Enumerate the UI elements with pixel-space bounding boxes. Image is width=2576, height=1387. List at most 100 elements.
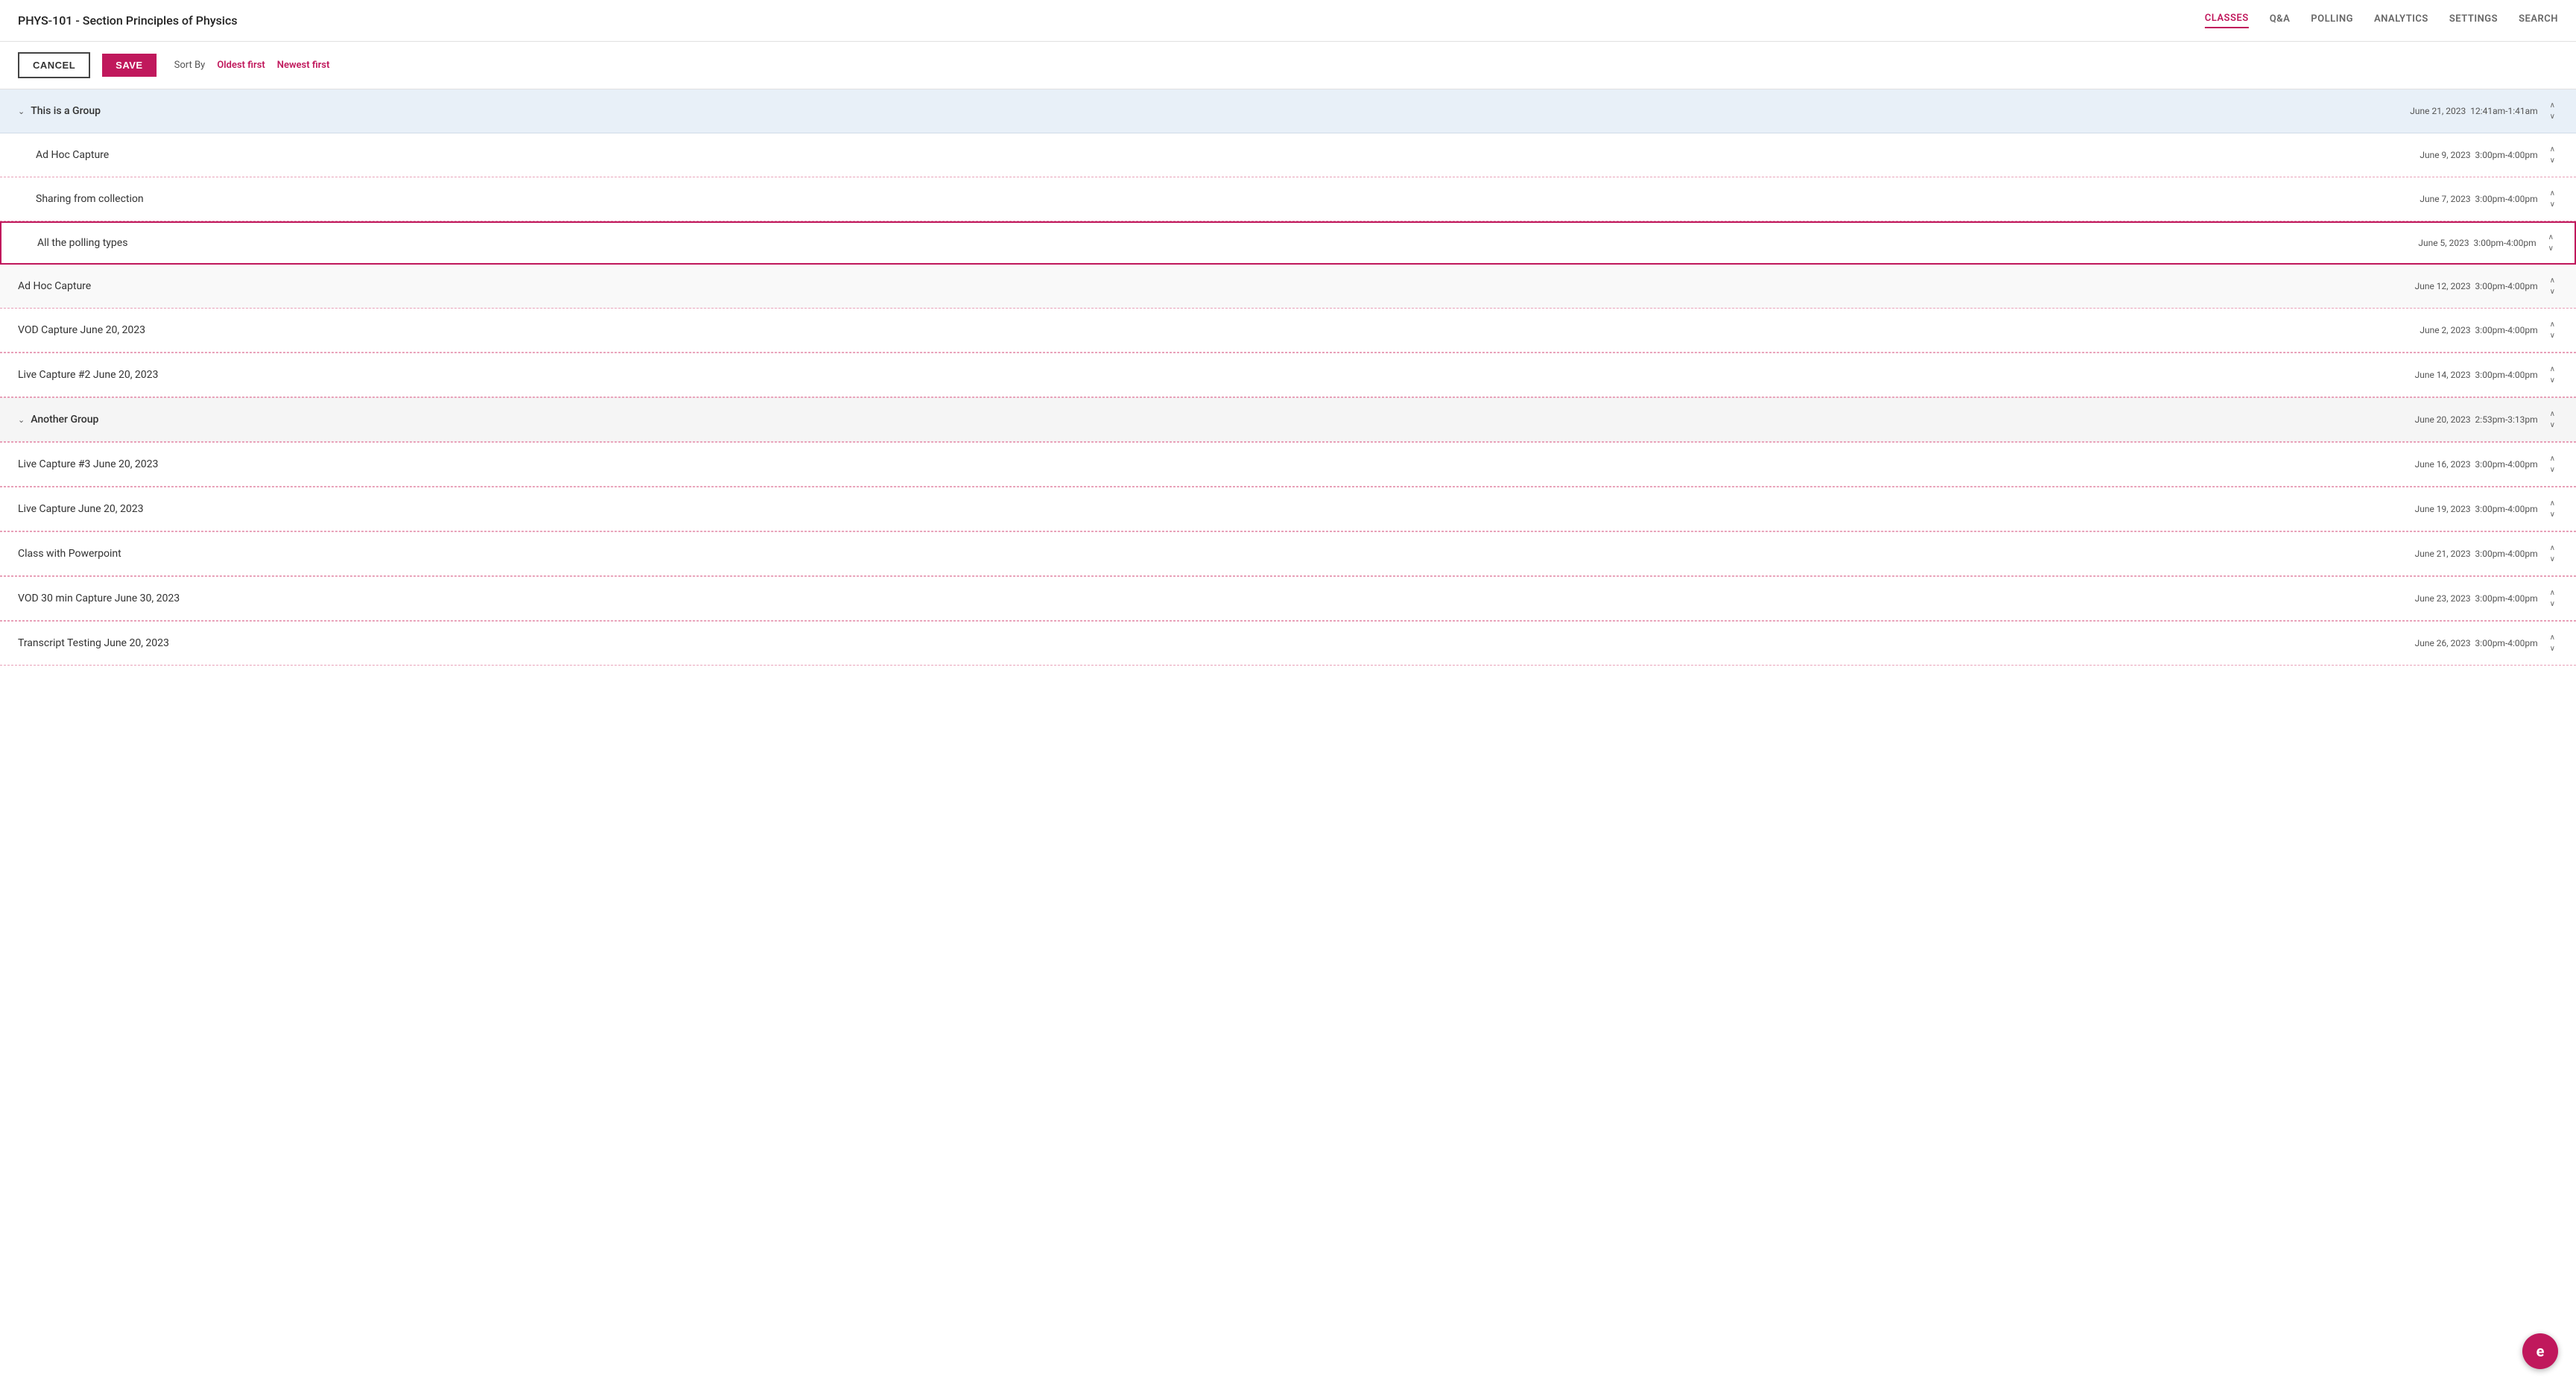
class-row-vod-capture: VOD Capture June 20, 2023 June 2, 2023 3… xyxy=(0,309,2576,353)
arrow-controls: ∧ ∨ xyxy=(2547,543,2558,565)
class-date: June 26, 2023 3:00pm-4:00pm xyxy=(2415,638,2538,648)
class-name: VOD 30 min Capture June 30, 2023 xyxy=(18,593,180,604)
class-name: Sharing from collection xyxy=(36,193,144,205)
class-row-all-polling-types: All the polling types June 5, 2023 3:00p… xyxy=(0,221,2576,265)
fab-button[interactable]: e xyxy=(2522,1333,2558,1369)
class-name: VOD Capture June 20, 2023 xyxy=(18,324,145,336)
arrow-controls: ∧ ∨ xyxy=(2547,408,2558,431)
arrow-controls: ∧ ∨ xyxy=(2547,632,2558,654)
move-up-button[interactable]: ∧ xyxy=(2547,364,2558,375)
class-date: June 2, 2023 3:00pm-4:00pm xyxy=(2419,325,2537,335)
sort-oldest-first[interactable]: Oldest first xyxy=(217,60,265,71)
move-up-button[interactable]: ∧ xyxy=(2547,100,2558,111)
arrow-controls: ∧ ∨ xyxy=(2547,364,2558,386)
move-down-button[interactable]: ∨ xyxy=(2547,111,2558,122)
move-up-button[interactable]: ∧ xyxy=(2547,453,2558,464)
tab-qa[interactable]: Q&A xyxy=(2270,13,2291,28)
row-right: June 2, 2023 3:00pm-4:00pm ∧ ∨ xyxy=(2419,319,2558,341)
tab-polling[interactable]: POLLING xyxy=(2311,13,2353,28)
move-up-button[interactable]: ∧ xyxy=(2547,587,2558,598)
move-up-button[interactable]: ∧ xyxy=(2547,144,2558,155)
class-date: June 14, 2023 3:00pm-4:00pm xyxy=(2415,370,2538,380)
class-row-live-capture-3: Live Capture #3 June 20, 2023 June 16, 2… xyxy=(0,442,2576,487)
row-right: June 21, 2023 3:00pm-4:00pm ∧ ∨ xyxy=(2415,543,2558,565)
row-right: June 20, 2023 2:53pm-3:13pm ∧ ∨ xyxy=(2415,408,2558,431)
sort-newest-first[interactable]: Newest first xyxy=(277,60,330,71)
move-down-button[interactable]: ∨ xyxy=(2547,464,2558,476)
collapse-icon[interactable]: ⌄ xyxy=(18,107,25,116)
move-down-button[interactable]: ∨ xyxy=(2547,554,2558,565)
group-row-this-is-a-group: ⌄ This is a Group June 21, 2023 12:41am-… xyxy=(0,89,2576,133)
toolbar: CANCEL SAVE Sort By Oldest first Newest … xyxy=(0,42,2576,89)
sort-by-label: Sort By xyxy=(174,60,206,71)
move-up-button[interactable]: ∧ xyxy=(2547,543,2558,554)
row-right: June 14, 2023 3:00pm-4:00pm ∧ ∨ xyxy=(2415,364,2558,386)
tab-settings[interactable]: SETTINGS xyxy=(2449,13,2498,28)
group-row-another-group: ⌄ Another Group June 20, 2023 2:53pm-3:1… xyxy=(0,397,2576,442)
arrow-controls: ∧ ∨ xyxy=(2547,498,2558,520)
arrow-controls: ∧ ∨ xyxy=(2547,319,2558,341)
save-button[interactable]: SAVE xyxy=(102,54,156,77)
row-right: June 7, 2023 3:00pm-4:00pm ∧ ∨ xyxy=(2419,188,2558,210)
row-right: June 16, 2023 3:00pm-4:00pm ∧ ∨ xyxy=(2415,453,2558,476)
class-date: June 23, 2023 3:00pm-4:00pm xyxy=(2415,593,2538,604)
move-down-button[interactable]: ∨ xyxy=(2547,155,2558,166)
class-row-live-capture: Live Capture June 20, 2023 June 19, 2023… xyxy=(0,487,2576,531)
collapse-icon[interactable]: ⌄ xyxy=(18,415,25,425)
class-row-ad-hoc-capture-2: Ad Hoc Capture June 12, 2023 3:00pm-4:00… xyxy=(0,265,2576,309)
move-up-button[interactable]: ∧ xyxy=(2547,632,2558,643)
page-title: PHYS-101 - Section Principles of Physics xyxy=(18,13,237,28)
class-row-transcript-testing: Transcript Testing June 20, 2023 June 26… xyxy=(0,621,2576,666)
top-nav: PHYS-101 - Section Principles of Physics… xyxy=(0,0,2576,42)
move-up-button[interactable]: ∧ xyxy=(2545,232,2557,243)
move-down-button[interactable]: ∨ xyxy=(2547,420,2558,431)
nav-tabs: CLASSES Q&A POLLING ANALYTICS SETTINGS S… xyxy=(2205,13,2558,28)
move-down-button[interactable]: ∨ xyxy=(2547,286,2558,297)
arrow-controls: ∧ ∨ xyxy=(2547,144,2558,166)
class-name: Transcript Testing June 20, 2023 xyxy=(18,637,169,649)
tab-classes[interactable]: CLASSES xyxy=(2205,13,2249,28)
row-right: June 5, 2023 3:00pm-4:00pm ∧ ∨ xyxy=(2418,232,2557,254)
arrow-controls: ∧ ∨ xyxy=(2547,587,2558,610)
tab-analytics[interactable]: ANALYTICS xyxy=(2374,13,2428,28)
move-down-button[interactable]: ∨ xyxy=(2547,330,2558,341)
cancel-button[interactable]: CANCEL xyxy=(18,52,90,78)
move-down-button[interactable]: ∨ xyxy=(2547,598,2558,610)
class-date: June 7, 2023 3:00pm-4:00pm xyxy=(2419,194,2537,204)
arrow-controls: ∧ ∨ xyxy=(2545,232,2557,254)
row-right: June 26, 2023 3:00pm-4:00pm ∧ ∨ xyxy=(2415,632,2558,654)
move-down-button[interactable]: ∨ xyxy=(2547,643,2558,654)
group-row-left: ⌄ This is a Group xyxy=(18,105,101,117)
class-row-ad-hoc-capture-1: Ad Hoc Capture June 9, 2023 3:00pm-4:00p… xyxy=(0,133,2576,177)
arrow-controls: ∧ ∨ xyxy=(2547,275,2558,297)
tab-search[interactable]: SEARCH xyxy=(2519,13,2558,28)
class-row-sharing-from-collection: Sharing from collection June 7, 2023 3:0… xyxy=(0,177,2576,221)
move-up-button[interactable]: ∧ xyxy=(2547,408,2558,420)
row-right: June 12, 2023 3:00pm-4:00pm ∧ ∨ xyxy=(2415,275,2558,297)
move-up-button[interactable]: ∧ xyxy=(2547,498,2558,509)
move-down-button[interactable]: ∨ xyxy=(2545,243,2557,254)
arrow-controls: ∧ ∨ xyxy=(2547,100,2558,122)
classes-list: ⌄ This is a Group June 21, 2023 12:41am-… xyxy=(0,89,2576,666)
move-up-button[interactable]: ∧ xyxy=(2547,319,2558,330)
class-name: Class with Powerpoint xyxy=(18,548,121,560)
move-up-button[interactable]: ∧ xyxy=(2547,188,2558,199)
class-name: Live Capture June 20, 2023 xyxy=(18,503,143,515)
class-row-class-with-powerpoint: Class with Powerpoint June 21, 2023 3:00… xyxy=(0,531,2576,576)
class-name: Ad Hoc Capture xyxy=(36,149,109,161)
move-down-button[interactable]: ∨ xyxy=(2547,199,2558,210)
class-row-live-capture-2: Live Capture #2 June 20, 2023 June 14, 2… xyxy=(0,353,2576,397)
move-down-button[interactable]: ∨ xyxy=(2547,509,2558,520)
class-date: June 12, 2023 3:00pm-4:00pm xyxy=(2415,281,2538,291)
move-up-button[interactable]: ∧ xyxy=(2547,275,2558,286)
row-right: June 23, 2023 3:00pm-4:00pm ∧ ∨ xyxy=(2415,587,2558,610)
class-row-vod-30min: VOD 30 min Capture June 30, 2023 June 23… xyxy=(0,576,2576,621)
class-name: All the polling types xyxy=(37,237,127,249)
move-down-button[interactable]: ∨ xyxy=(2547,375,2558,386)
class-name: Live Capture #3 June 20, 2023 xyxy=(18,458,158,470)
group-row-left: ⌄ Another Group xyxy=(18,414,98,426)
group-date: June 20, 2023 2:53pm-3:13pm xyxy=(2415,414,2538,425)
class-date: June 16, 2023 3:00pm-4:00pm xyxy=(2415,459,2538,470)
class-date: June 9, 2023 3:00pm-4:00pm xyxy=(2419,150,2537,160)
row-right: June 21, 2023 12:41am-1:41am ∧ ∨ xyxy=(2410,100,2558,122)
